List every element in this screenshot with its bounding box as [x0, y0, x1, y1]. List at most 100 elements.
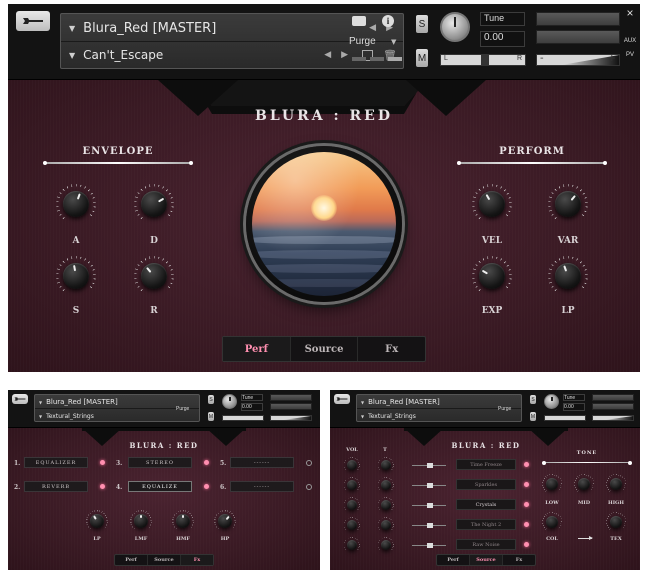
fx-preset-name[interactable]: Textural_Strings [46, 413, 199, 420]
purge-dropdown-arrow-icon[interactable]: ▼ [391, 38, 396, 46]
source-preset-name[interactable]: Textural_Strings [368, 413, 521, 420]
fx-tune-value[interactable]: 0.00 [241, 403, 263, 411]
volume-slider[interactable]: - + [536, 54, 620, 66]
source-tab-perf[interactable]: Perf [437, 555, 470, 565]
pan-handle[interactable] [481, 54, 489, 66]
sample-select[interactable]: Crystals [456, 499, 516, 510]
prev-preset-icon[interactable]: ◀ [324, 50, 331, 60]
fx-slot-4[interactable]: EQUALIZE [128, 481, 192, 492]
camera-icon[interactable] [352, 16, 366, 26]
tab-fx[interactable]: Fx [358, 337, 425, 361]
preset-triangle-icon[interactable]: ▼ [69, 51, 75, 60]
sample-pan-slider[interactable] [412, 483, 446, 488]
sample-select[interactable]: Raw Noise [456, 539, 516, 550]
fx-slot-1[interactable]: EQUALIZER [24, 457, 88, 468]
lowpass-knob[interactable] [548, 256, 588, 296]
sustain-knob[interactable] [56, 256, 96, 296]
expression-knob[interactable] [472, 256, 512, 296]
fx-volume-slider[interactable] [270, 415, 312, 421]
mute-button[interactable]: M [416, 49, 428, 67]
fx-tab-perf[interactable]: Perf [115, 555, 148, 565]
sample-pan-slider[interactable] [412, 463, 446, 468]
fx-instrument-row[interactable]: ▼ Blura_Red [MASTER] [35, 396, 199, 408]
tone-tex-knob[interactable] [606, 512, 626, 532]
fx-pan-slider[interactable] [222, 415, 264, 421]
sample-led[interactable] [524, 542, 529, 547]
sample-vol-knob[interactable] [344, 517, 360, 533]
tone-high-knob[interactable] [606, 474, 626, 494]
decay-knob[interactable] [134, 184, 174, 224]
sample-tune-knob[interactable] [378, 477, 394, 493]
velocity-knob[interactable] [472, 184, 512, 224]
sample-pan-slider[interactable] [412, 503, 446, 508]
sample-led[interactable] [524, 502, 529, 507]
pv-label[interactable]: PV [622, 52, 638, 58]
prev-instrument-icon[interactable]: ◀ [369, 23, 376, 33]
collapse-triangle-icon[interactable]: ▼ [69, 24, 75, 33]
fx-solo-button[interactable]: S [208, 395, 214, 404]
fx-slot-3[interactable]: STEREO [128, 457, 192, 468]
source-tab-fx[interactable]: Fx [503, 555, 535, 565]
source-wrench-button[interactable] [334, 394, 350, 404]
instrument-name[interactable]: Blura_Red [MASTER] [83, 21, 369, 36]
sample-led[interactable] [524, 522, 529, 527]
fx-mute-button[interactable]: M [208, 412, 214, 421]
next-preset-icon[interactable]: ▶ [341, 50, 348, 60]
source-instrument-row[interactable]: ▼ Blura_Red [MASTER] [357, 396, 521, 408]
fx-slot-2[interactable]: REVERB [24, 481, 88, 492]
tab-perf[interactable]: Perf [223, 337, 291, 361]
sample-vol-knob[interactable] [344, 537, 360, 553]
fx-slot-led[interactable] [100, 460, 105, 465]
fx-power-icon[interactable] [306, 484, 312, 490]
preset-name[interactable]: Can't_Escape [83, 48, 324, 62]
eq-hp-knob[interactable] [214, 510, 236, 532]
sample-pan-slider[interactable] [412, 543, 446, 548]
fx-tune-knob[interactable] [222, 394, 237, 409]
fx-purge-dropdown[interactable]: Purge [176, 406, 189, 412]
sample-led[interactable] [524, 482, 529, 487]
close-button[interactable]: × [622, 6, 638, 20]
sample-tune-knob[interactable] [378, 537, 394, 553]
fx-tab-source[interactable]: Source [148, 555, 181, 565]
volume-plus[interactable]: + [608, 55, 616, 64]
sample-vol-knob[interactable] [344, 497, 360, 513]
eq-hmf-knob[interactable] [172, 510, 194, 532]
fx-slot-led[interactable] [204, 484, 209, 489]
fx-instrument-name[interactable]: Blura_Red [MASTER] [46, 398, 199, 406]
sample-tune-knob[interactable] [378, 457, 394, 473]
wrench-button[interactable] [16, 11, 50, 31]
sample-led[interactable] [524, 462, 529, 467]
volume-minus[interactable]: - [540, 55, 544, 64]
sample-select[interactable]: The Night 2 [456, 519, 516, 530]
sample-select[interactable]: Time Freeze [456, 459, 516, 470]
fx-wrench-button[interactable] [12, 394, 28, 404]
sample-vol-knob[interactable] [344, 457, 360, 473]
tab-source[interactable]: Source [291, 337, 359, 361]
fx-slot-led[interactable] [204, 460, 209, 465]
fx-power-icon[interactable] [306, 460, 312, 466]
sample-tune-knob[interactable] [378, 497, 394, 513]
fx-tab-fx[interactable]: Fx [181, 555, 213, 565]
release-knob[interactable] [134, 256, 174, 296]
source-tune-value[interactable]: 0.00 [563, 403, 585, 411]
source-purge-dropdown[interactable]: Purge [498, 406, 511, 412]
source-pan-slider[interactable] [544, 415, 586, 421]
aux-label[interactable]: AUX [622, 38, 638, 44]
source-solo-button[interactable]: S [530, 395, 536, 404]
source-tune-knob[interactable] [544, 394, 559, 409]
sample-select[interactable]: Sparkles [456, 479, 516, 490]
tone-mid-knob[interactable] [574, 474, 594, 494]
sample-tune-knob[interactable] [378, 517, 394, 533]
attack-knob[interactable] [56, 184, 96, 224]
tune-knob[interactable] [440, 12, 470, 42]
pan-slider[interactable]: L R [440, 54, 526, 66]
eq-lp-knob[interactable] [86, 510, 108, 532]
source-volume-slider[interactable] [592, 415, 634, 421]
purge-dropdown[interactable]: Purge [349, 36, 376, 47]
source-preset-row[interactable]: ▼ Textural_Strings [357, 410, 521, 422]
solo-button[interactable]: S [416, 15, 428, 33]
tone-low-knob[interactable] [542, 474, 562, 494]
info-icon[interactable]: i [382, 15, 394, 27]
sample-vol-knob[interactable] [344, 477, 360, 493]
fx-slot-5[interactable]: ------ [230, 457, 294, 468]
